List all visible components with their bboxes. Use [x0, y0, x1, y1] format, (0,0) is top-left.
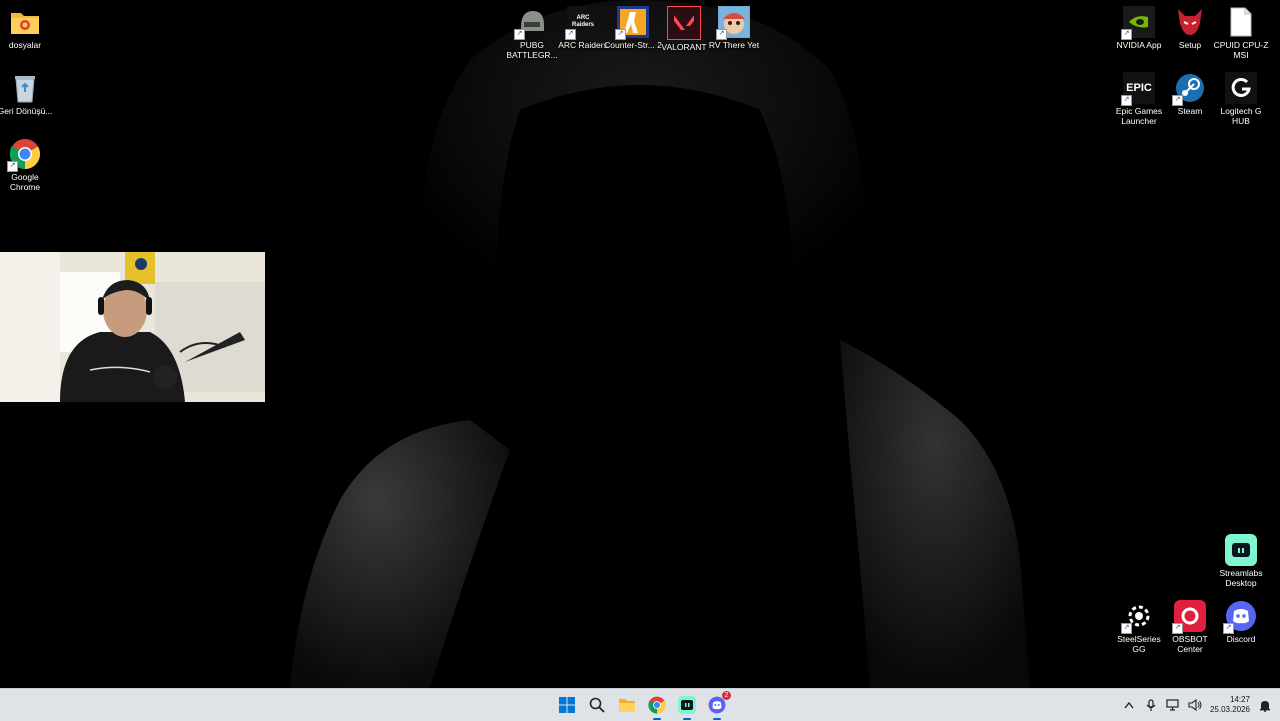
document-icon: [1225, 6, 1257, 38]
shortcut-arrow-icon: ↗: [1223, 623, 1234, 634]
shortcut-arrow-icon: ↗: [565, 29, 576, 40]
search-icon: [589, 697, 605, 713]
desktop-icon-counter-strike[interactable]: ↗ Counter-Str... 2: [604, 2, 662, 50]
discord-icon: ↗: [1223, 600, 1257, 634]
clock-date: 25.03.2026: [1209, 705, 1250, 714]
desktop-icon-discord[interactable]: ↗ Discord: [1212, 596, 1270, 644]
shortcut-arrow-icon: ↗: [1121, 29, 1132, 40]
chrome-icon: ↗: [7, 138, 41, 172]
network-icon: [1166, 699, 1180, 711]
desktop-icon-pubg[interactable]: ↗ PUBG BATTLEGR...: [503, 2, 561, 60]
desktop-icon-streamlabs[interactable]: Streamlabs Desktop: [1212, 530, 1270, 588]
logitech-g-icon: [1225, 72, 1257, 104]
desktop-icon-google-chrome[interactable]: ↗ Google Chrome: [0, 134, 54, 192]
shortcut-arrow-icon: ↗: [7, 161, 18, 172]
taskbar: 2 14:27 25.03.2026: [0, 688, 1280, 721]
desktop-icon-epic-games[interactable]: EPIC ↗ Epic Games Launcher: [1110, 68, 1168, 126]
microphone-tray-button[interactable]: [1144, 698, 1158, 712]
chevron-up-icon: [1124, 701, 1134, 709]
taskbar-chrome[interactable]: [645, 693, 669, 720]
shortcut-arrow-icon: ↗: [716, 29, 727, 40]
taskbar-apps: 2: [555, 689, 731, 721]
streamlabs-icon: [678, 696, 696, 714]
desktop-icon-recycle-bin[interactable]: Geri Dönüşü...: [0, 68, 54, 116]
clock-time: 14:27: [1229, 695, 1250, 704]
chrome-icon: [648, 696, 666, 714]
microphone-icon: [1146, 698, 1156, 711]
shortcut-arrow-icon: ↗: [615, 29, 626, 40]
recycle-bin-icon: [9, 72, 41, 104]
counter-strike-icon: ↗: [615, 6, 649, 40]
desktop-icon-obsbot-center[interactable]: ↗ OBSBOT Center: [1161, 596, 1219, 654]
taskbar-discord[interactable]: 2: [705, 691, 731, 720]
desktop-icon-nvidia-app[interactable]: ↗ NVIDIA App: [1110, 2, 1168, 50]
obsbot-icon: ↗: [1172, 600, 1206, 634]
steelseries-icon: ↗: [1121, 600, 1155, 634]
desktop-icon-steam[interactable]: ↗ Steam: [1161, 68, 1219, 116]
taskbar-file-explorer[interactable]: [615, 693, 639, 717]
desktop-icon-dosyalar[interactable]: dosyalar: [0, 2, 54, 50]
desktop-icon-setup[interactable]: Setup: [1161, 2, 1219, 50]
shortcut-arrow-icon: ↗: [514, 29, 525, 40]
webcam-overlay: [0, 252, 265, 402]
speaker-icon: [1188, 699, 1202, 711]
folder-icon: [9, 6, 41, 38]
rv-there-yet-icon: ↗: [716, 6, 750, 40]
notification-bell-icon: [1260, 700, 1270, 712]
shortcut-arrow-icon: ↗: [1121, 623, 1132, 634]
shortcut-arrow-icon: ↗: [1172, 95, 1183, 106]
taskbar-search-button[interactable]: [585, 693, 609, 717]
show-hidden-icons-button[interactable]: [1122, 698, 1136, 712]
taskbar-streamlabs[interactable]: [675, 693, 699, 720]
steam-icon: ↗: [1172, 72, 1206, 106]
desktop-icon-cpuid-cpuz[interactable]: CPUID CPU-Z MSI: [1212, 2, 1270, 60]
valorant-icon: [667, 6, 701, 40]
network-tray-button[interactable]: [1166, 698, 1180, 712]
volume-tray-button[interactable]: [1188, 698, 1202, 712]
setup-demon-icon: [1174, 6, 1206, 38]
shortcut-arrow-icon: ↗: [1172, 623, 1183, 634]
start-button[interactable]: [555, 693, 579, 717]
nvidia-icon: ↗: [1121, 6, 1155, 40]
notification-center-button[interactable]: [1258, 698, 1272, 712]
file-explorer-icon: [619, 699, 635, 712]
desktop-icon-logitech-ghub[interactable]: Logitech G HUB: [1212, 68, 1270, 126]
streamlabs-icon: [1225, 534, 1257, 566]
windows-start-icon: [559, 697, 575, 713]
epic-games-icon: EPIC ↗: [1121, 72, 1155, 106]
notification-badge: 2: [722, 691, 731, 700]
system-tray: 14:27 25.03.2026: [1122, 689, 1272, 721]
desktop-icon-rv-there-yet[interactable]: ↗ RV There Yet: [705, 2, 763, 50]
shortcut-arrow-icon: ↗: [1121, 95, 1132, 106]
arc-raiders-icon: ARC Raiders ↗: [565, 6, 599, 40]
taskbar-clock[interactable]: 14:27 25.03.2026: [1210, 695, 1250, 715]
pubg-helmet-icon: ↗: [514, 6, 548, 40]
desktop-icon-steelseries-gg[interactable]: ↗ SteelSeries GG: [1110, 596, 1168, 654]
